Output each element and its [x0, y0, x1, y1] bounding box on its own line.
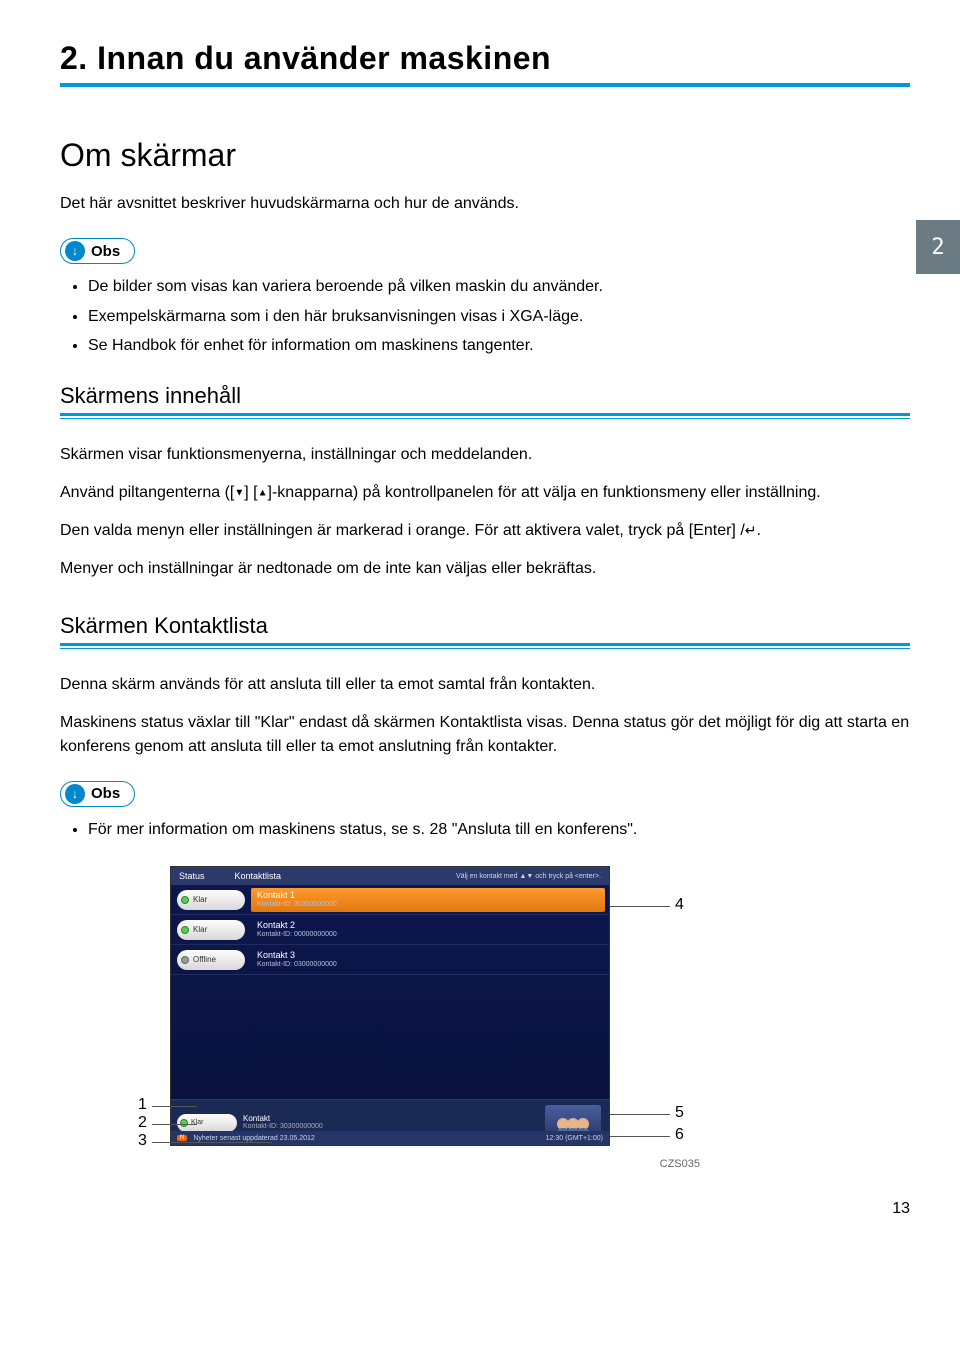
callout-line: [152, 1142, 272, 1143]
header-status-col: Status: [179, 871, 205, 881]
obs1-item: Se Handbok för enhet för information om …: [88, 333, 910, 359]
screen-bottom-bar: Klar Kontakt Kontakt-ID: 30300000000 N N…: [171, 1099, 609, 1145]
callout-line: [610, 906, 670, 907]
screen-header: Status Kontaktlista Välj en kontakt med …: [171, 867, 609, 885]
obs2-item: För mer information om maskinens status,…: [88, 817, 910, 843]
callout-line: [610, 1114, 670, 1115]
obs-label: Obs: [91, 785, 120, 802]
callout-2: 2: [138, 1114, 147, 1132]
obs1-item: Exempelskärmarna som i den här bruksanvi…: [88, 304, 910, 330]
status-pill: Klar: [177, 890, 245, 910]
contact-name: Kontakt 3: [257, 951, 603, 961]
status-text: Klar: [193, 895, 207, 904]
callout-line: [152, 1106, 197, 1107]
sub-rule-thin: [60, 418, 910, 419]
sub2-p2: Maskinens status växlar till "Klar" enda…: [60, 711, 910, 759]
callout-3: 3: [138, 1132, 147, 1150]
news-text: Nyheter senast uppdaterad 23.05.2012: [193, 1135, 314, 1142]
contact-id: Kontakt-ID: 00000000000: [257, 931, 603, 939]
sub1-p3: Den valda menyn eller inställningen är m…: [60, 519, 910, 543]
sub1-p2: Använd piltangenterna ([▼] [▲]-knapparna…: [60, 481, 910, 505]
status-pill: Klar: [177, 920, 245, 940]
status-text: Offline: [193, 955, 216, 964]
up-triangle-icon: ▲: [258, 487, 268, 498]
header-hint: Välj en kontakt med ▲▼ och tryck på <ent…: [456, 873, 601, 880]
section-title: Om skärmar: [60, 137, 910, 174]
chapter-title: 2. Innan du använder maskinen: [60, 40, 910, 77]
sub1-p4: Menyer och inställningar är nedtonade om…: [60, 557, 910, 581]
arrow-down-circle-icon: ↓: [65, 784, 85, 804]
bottom-label: Kontakt: [243, 1114, 323, 1124]
status-dot-grey-icon: [181, 956, 189, 964]
text: Använd piltangenterna ([: [60, 484, 234, 501]
contact-row-selected: Klar Kontakt 1 Kontakt-ID: 30300000000: [171, 885, 609, 915]
text: Den valda menyn eller inställningen är m…: [60, 522, 745, 539]
screenshot-figure: Status Kontaktlista Välj en kontakt med …: [120, 866, 840, 1156]
contact-info: Kontakt 2 Kontakt-ID: 00000000000: [251, 918, 609, 942]
bottom-status-pill: Klar: [177, 1114, 237, 1132]
callout-1: 1: [138, 1096, 147, 1114]
status-text: Klar: [193, 925, 207, 934]
sub-rule-thick: [60, 413, 910, 416]
obs-label: Obs: [91, 243, 120, 260]
down-triangle-icon: ▼: [234, 487, 244, 498]
section-intro: Det här avsnittet beskriver huvudskärmar…: [60, 192, 910, 216]
sub1-p1: Skärmen visar funktionsmenyerna, inställ…: [60, 443, 910, 467]
obs-badge: ↓ Obs: [60, 238, 135, 264]
return-icon: ↵: [745, 522, 757, 538]
page-number: 13: [60, 1200, 910, 1218]
subsection-title: Skärmen Kontaktlista: [60, 613, 910, 639]
text: ]-knapparna) på kontrollpanelen för att …: [268, 484, 821, 501]
contact-row: Offline Kontakt 3 Kontakt-ID: 0300000000…: [171, 945, 609, 975]
obs2-list: För mer information om maskinens status,…: [60, 817, 910, 843]
obs1-item: De bilder som visas kan variera beroende…: [88, 274, 910, 300]
callout-4: 4: [675, 896, 684, 914]
text: ] [: [244, 484, 257, 501]
callout-6: 6: [675, 1126, 684, 1144]
status-pill: Offline: [177, 950, 245, 970]
contact-id: Kontakt-ID: 03000000000: [257, 961, 603, 969]
contact-info: Kontakt 1 Kontakt-ID: 30300000000: [251, 888, 605, 912]
callout-line: [152, 1124, 197, 1125]
device-screen: Status Kontaktlista Välj en kontakt med …: [170, 866, 610, 1146]
callout-line: [610, 1136, 670, 1137]
header-contact-col: Kontaktlista: [235, 871, 282, 881]
arrow-down-circle-icon: ↓: [65, 241, 85, 261]
news-time: 12:30 (GMT+1:00): [546, 1135, 603, 1142]
status-dot-green-icon: [181, 896, 189, 904]
obs1-list: De bilder som visas kan variera beroende…: [60, 274, 910, 359]
contact-row: Klar Kontakt 2 Kontakt-ID: 00000000000: [171, 915, 609, 945]
contact-name: Kontakt 1: [257, 891, 599, 901]
callout-5: 5: [675, 1104, 684, 1122]
chapter-rule: [60, 83, 910, 87]
bottom-contact-text: Kontakt Kontakt-ID: 30300000000: [243, 1114, 323, 1132]
text: .: [757, 522, 761, 539]
obs-badge: ↓ Obs: [60, 781, 135, 807]
subsection-title: Skärmens innehåll: [60, 383, 910, 409]
status-dot-green-icon: [181, 926, 189, 934]
figure-code: CZS035: [60, 1158, 700, 1170]
status-dot-green-icon: [180, 1119, 188, 1127]
news-badge-icon: N: [177, 1135, 187, 1141]
contact-name: Kontakt 2: [257, 921, 603, 931]
sub-rule-thick: [60, 643, 910, 646]
avatar-group-icon: [545, 1105, 601, 1133]
contact-info: Kontakt 3 Kontakt-ID: 03000000000: [251, 948, 609, 972]
sub-rule-thin: [60, 648, 910, 649]
sub2-p1: Denna skärm används för att ansluta till…: [60, 673, 910, 697]
side-tab: 2: [916, 220, 960, 274]
avatar-icon: [577, 1118, 589, 1130]
contact-id: Kontakt-ID: 30300000000: [257, 901, 599, 909]
